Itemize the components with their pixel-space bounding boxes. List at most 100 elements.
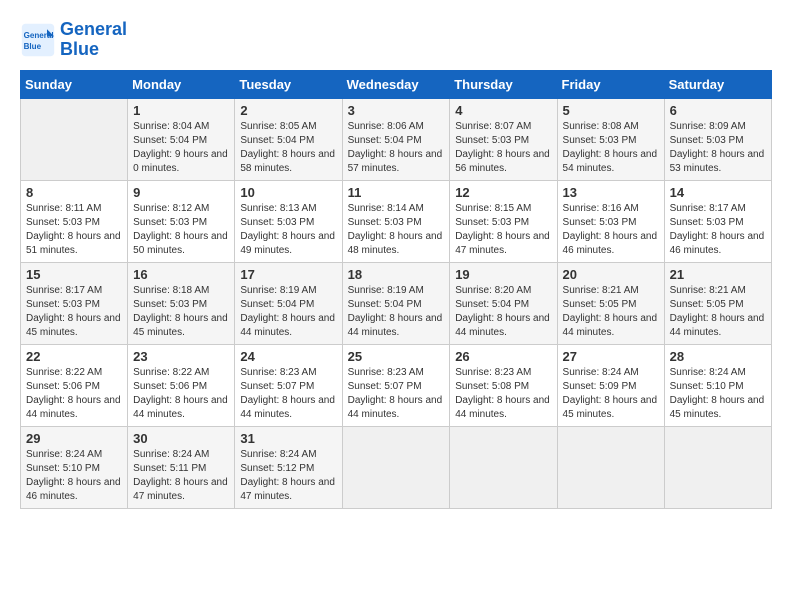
day-info: Sunrise: 8:18 AM Sunset: 5:03 PM Dayligh…: [133, 284, 229, 340]
day-number: 15: [26, 267, 122, 282]
day-number: 30: [133, 431, 229, 446]
day-number: 6: [670, 103, 766, 118]
calendar-cell: 5 Sunrise: 8:08 AM Sunset: 5:03 PM Dayli…: [557, 98, 664, 180]
logo-text: GeneralBlue: [60, 20, 127, 60]
calendar-cell: 15 Sunrise: 8:17 AM Sunset: 5:03 PM Dayl…: [21, 262, 128, 344]
day-info: Sunrise: 8:14 AM Sunset: 5:03 PM Dayligh…: [348, 202, 445, 258]
weekday-header: Tuesday: [235, 70, 342, 98]
day-number: 22: [26, 349, 122, 364]
day-info: Sunrise: 8:17 AM Sunset: 5:03 PM Dayligh…: [26, 284, 122, 340]
page-header: General Blue GeneralBlue: [20, 20, 772, 60]
day-number: 18: [348, 267, 445, 282]
day-info: Sunrise: 8:07 AM Sunset: 5:03 PM Dayligh…: [455, 120, 551, 176]
day-number: 28: [670, 349, 766, 364]
svg-text:Blue: Blue: [24, 42, 42, 51]
day-info: Sunrise: 8:23 AM Sunset: 5:07 PM Dayligh…: [348, 366, 445, 422]
calendar-cell: 14 Sunrise: 8:17 AM Sunset: 5:03 PM Dayl…: [664, 180, 771, 262]
day-number: 1: [133, 103, 229, 118]
calendar-body: 1 Sunrise: 8:04 AM Sunset: 5:04 PM Dayli…: [21, 98, 772, 508]
weekday-header: Wednesday: [342, 70, 450, 98]
calendar-cell: 22 Sunrise: 8:22 AM Sunset: 5:06 PM Dayl…: [21, 344, 128, 426]
calendar-cell: 31 Sunrise: 8:24 AM Sunset: 5:12 PM Dayl…: [235, 426, 342, 508]
calendar-cell: 16 Sunrise: 8:18 AM Sunset: 5:03 PM Dayl…: [128, 262, 235, 344]
calendar-cell: 13 Sunrise: 8:16 AM Sunset: 5:03 PM Dayl…: [557, 180, 664, 262]
calendar-cell: [557, 426, 664, 508]
calendar-cell: 2 Sunrise: 8:05 AM Sunset: 5:04 PM Dayli…: [235, 98, 342, 180]
day-info: Sunrise: 8:05 AM Sunset: 5:04 PM Dayligh…: [240, 120, 336, 176]
calendar-cell: 12 Sunrise: 8:15 AM Sunset: 5:03 PM Dayl…: [450, 180, 557, 262]
day-info: Sunrise: 8:19 AM Sunset: 5:04 PM Dayligh…: [240, 284, 336, 340]
day-number: 19: [455, 267, 551, 282]
day-info: Sunrise: 8:21 AM Sunset: 5:05 PM Dayligh…: [670, 284, 766, 340]
day-info: Sunrise: 8:24 AM Sunset: 5:09 PM Dayligh…: [563, 366, 659, 422]
weekday-header: Friday: [557, 70, 664, 98]
calendar-week-row: 15 Sunrise: 8:17 AM Sunset: 5:03 PM Dayl…: [21, 262, 772, 344]
calendar-cell: [21, 98, 128, 180]
calendar-cell: 9 Sunrise: 8:12 AM Sunset: 5:03 PM Dayli…: [128, 180, 235, 262]
day-number: 31: [240, 431, 336, 446]
day-number: 10: [240, 185, 336, 200]
day-info: Sunrise: 8:04 AM Sunset: 5:04 PM Dayligh…: [133, 120, 229, 176]
day-info: Sunrise: 8:24 AM Sunset: 5:12 PM Dayligh…: [240, 448, 336, 504]
calendar-cell: 3 Sunrise: 8:06 AM Sunset: 5:04 PM Dayli…: [342, 98, 450, 180]
day-info: Sunrise: 8:08 AM Sunset: 5:03 PM Dayligh…: [563, 120, 659, 176]
day-number: 13: [563, 185, 659, 200]
day-number: 29: [26, 431, 122, 446]
weekday-header: Thursday: [450, 70, 557, 98]
day-info: Sunrise: 8:22 AM Sunset: 5:06 PM Dayligh…: [133, 366, 229, 422]
weekday-header: Saturday: [664, 70, 771, 98]
calendar-week-row: 22 Sunrise: 8:22 AM Sunset: 5:06 PM Dayl…: [21, 344, 772, 426]
day-info: Sunrise: 8:24 AM Sunset: 5:10 PM Dayligh…: [26, 448, 122, 504]
calendar-week-row: 29 Sunrise: 8:24 AM Sunset: 5:10 PM Dayl…: [21, 426, 772, 508]
day-info: Sunrise: 8:09 AM Sunset: 5:03 PM Dayligh…: [670, 120, 766, 176]
day-number: 9: [133, 185, 229, 200]
calendar-cell: 27 Sunrise: 8:24 AM Sunset: 5:09 PM Dayl…: [557, 344, 664, 426]
calendar-cell: 8 Sunrise: 8:11 AM Sunset: 5:03 PM Dayli…: [21, 180, 128, 262]
logo: General Blue GeneralBlue: [20, 20, 127, 60]
day-info: Sunrise: 8:21 AM Sunset: 5:05 PM Dayligh…: [563, 284, 659, 340]
day-info: Sunrise: 8:22 AM Sunset: 5:06 PM Dayligh…: [26, 366, 122, 422]
day-number: 26: [455, 349, 551, 364]
weekday-header: Sunday: [21, 70, 128, 98]
day-number: 8: [26, 185, 122, 200]
calendar-table: SundayMondayTuesdayWednesdayThursdayFrid…: [20, 70, 772, 509]
calendar-cell: 18 Sunrise: 8:19 AM Sunset: 5:04 PM Dayl…: [342, 262, 450, 344]
weekday-row: SundayMondayTuesdayWednesdayThursdayFrid…: [21, 70, 772, 98]
weekday-header: Monday: [128, 70, 235, 98]
calendar-cell: 4 Sunrise: 8:07 AM Sunset: 5:03 PM Dayli…: [450, 98, 557, 180]
day-number: 21: [670, 267, 766, 282]
calendar-cell: [450, 426, 557, 508]
calendar-cell: 6 Sunrise: 8:09 AM Sunset: 5:03 PM Dayli…: [664, 98, 771, 180]
day-info: Sunrise: 8:11 AM Sunset: 5:03 PM Dayligh…: [26, 202, 122, 258]
calendar-cell: 30 Sunrise: 8:24 AM Sunset: 5:11 PM Dayl…: [128, 426, 235, 508]
calendar-cell: 10 Sunrise: 8:13 AM Sunset: 5:03 PM Dayl…: [235, 180, 342, 262]
day-number: 3: [348, 103, 445, 118]
logo-icon: General Blue: [20, 22, 56, 58]
calendar-cell: 29 Sunrise: 8:24 AM Sunset: 5:10 PM Dayl…: [21, 426, 128, 508]
day-number: 16: [133, 267, 229, 282]
calendar-cell: 20 Sunrise: 8:21 AM Sunset: 5:05 PM Dayl…: [557, 262, 664, 344]
calendar-cell: 1 Sunrise: 8:04 AM Sunset: 5:04 PM Dayli…: [128, 98, 235, 180]
day-info: Sunrise: 8:23 AM Sunset: 5:08 PM Dayligh…: [455, 366, 551, 422]
day-info: Sunrise: 8:20 AM Sunset: 5:04 PM Dayligh…: [455, 284, 551, 340]
day-number: 5: [563, 103, 659, 118]
day-info: Sunrise: 8:23 AM Sunset: 5:07 PM Dayligh…: [240, 366, 336, 422]
calendar-cell: 23 Sunrise: 8:22 AM Sunset: 5:06 PM Dayl…: [128, 344, 235, 426]
day-info: Sunrise: 8:13 AM Sunset: 5:03 PM Dayligh…: [240, 202, 336, 258]
day-number: 2: [240, 103, 336, 118]
calendar-cell: [342, 426, 450, 508]
day-info: Sunrise: 8:06 AM Sunset: 5:04 PM Dayligh…: [348, 120, 445, 176]
calendar-cell: 24 Sunrise: 8:23 AM Sunset: 5:07 PM Dayl…: [235, 344, 342, 426]
calendar-header: SundayMondayTuesdayWednesdayThursdayFrid…: [21, 70, 772, 98]
day-number: 14: [670, 185, 766, 200]
day-info: Sunrise: 8:24 AM Sunset: 5:11 PM Dayligh…: [133, 448, 229, 504]
day-info: Sunrise: 8:19 AM Sunset: 5:04 PM Dayligh…: [348, 284, 445, 340]
calendar-cell: 28 Sunrise: 8:24 AM Sunset: 5:10 PM Dayl…: [664, 344, 771, 426]
day-info: Sunrise: 8:12 AM Sunset: 5:03 PM Dayligh…: [133, 202, 229, 258]
calendar-cell: [664, 426, 771, 508]
day-number: 25: [348, 349, 445, 364]
day-number: 24: [240, 349, 336, 364]
calendar-cell: 25 Sunrise: 8:23 AM Sunset: 5:07 PM Dayl…: [342, 344, 450, 426]
calendar-cell: 26 Sunrise: 8:23 AM Sunset: 5:08 PM Dayl…: [450, 344, 557, 426]
day-info: Sunrise: 8:24 AM Sunset: 5:10 PM Dayligh…: [670, 366, 766, 422]
